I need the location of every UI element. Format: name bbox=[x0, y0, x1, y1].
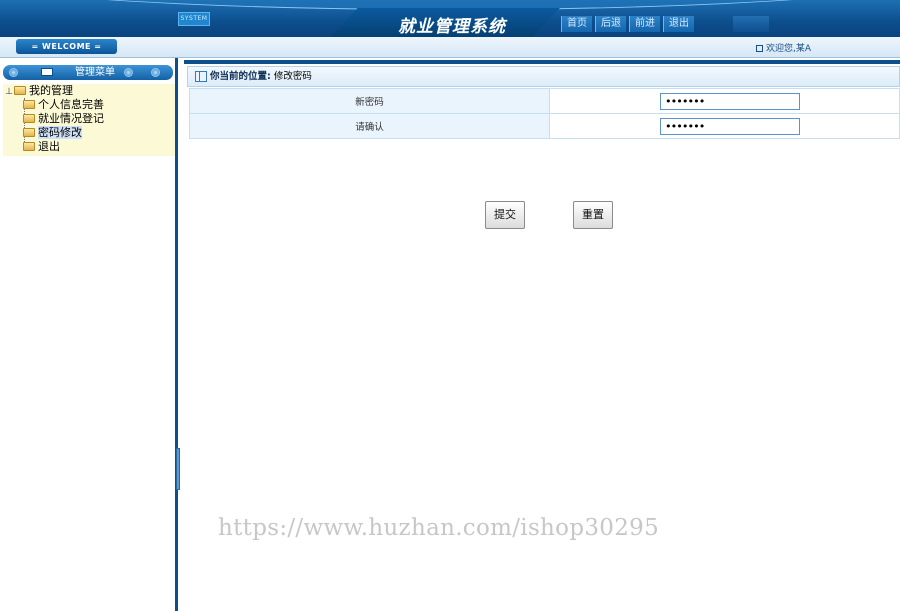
window-icon bbox=[756, 45, 763, 52]
folder-icon bbox=[23, 128, 35, 137]
system-tag: SYSTEM bbox=[178, 12, 210, 26]
folder-icon bbox=[23, 142, 35, 151]
confirm-password-input[interactable]: ••••••• bbox=[660, 117, 800, 135]
breadcrumb-page: 修改密码 bbox=[273, 71, 312, 82]
sidebar-item-label: 密码修改 bbox=[38, 126, 82, 139]
nav-forward[interactable]: 前进 bbox=[629, 16, 660, 32]
menu-tree: ⊥ 我的管理 个人信息完善 就业情况登记 密码修改 退出 bbox=[3, 84, 175, 156]
layout-icon bbox=[195, 71, 207, 82]
bullet-icon bbox=[9, 68, 18, 77]
confirm-password-label: 请确认 bbox=[189, 113, 550, 139]
mail-icon bbox=[41, 68, 53, 76]
app-title: 就业管理系统 bbox=[398, 17, 506, 37]
reset-button[interactable]: 重置 bbox=[573, 201, 613, 229]
top-nav: 首页 后退 前进 退出 bbox=[561, 16, 697, 32]
watermark-text: https://www.huzhan.com/ishop30295 bbox=[218, 515, 660, 541]
folder-icon bbox=[23, 100, 35, 109]
sidebar-item-label: 就业情况登记 bbox=[38, 112, 104, 125]
submit-button[interactable]: 提交 bbox=[485, 201, 525, 229]
welcome-tab: = WELCOME = bbox=[16, 39, 117, 54]
sidebar-item-label: 退出 bbox=[38, 140, 60, 153]
sidebar: 管理菜单 ⊥ 我的管理 个人信息完善 就业情况登记 密码修改 退出 bbox=[0, 58, 178, 611]
sidebar-item-employment[interactable]: 就业情况登记 bbox=[5, 112, 175, 126]
breadcrumb-prefix: 你当前的位置 bbox=[210, 71, 268, 82]
bullet-icon bbox=[151, 68, 160, 77]
welcome-bar: = WELCOME = 欢迎您,某A bbox=[0, 37, 900, 58]
tree-root-label: 我的管理 bbox=[29, 84, 73, 97]
nav-home[interactable]: 首页 bbox=[561, 16, 592, 32]
greeting: 欢迎您,某A bbox=[756, 41, 811, 54]
folder-icon bbox=[14, 86, 26, 95]
breadcrumb: 你当前的位置: 修改密码 bbox=[187, 66, 900, 87]
top-banner: SYSTEM 就业管理系统 首页 后退 前进 退出 bbox=[0, 0, 900, 37]
nav-back[interactable]: 后退 bbox=[595, 16, 626, 32]
expand-icon[interactable]: ⊥ bbox=[5, 85, 13, 99]
main-top-border bbox=[184, 60, 900, 64]
confirm-password-cell: ••••••• bbox=[549, 113, 900, 139]
form-row-new-password: 新密码 ••••••• bbox=[189, 88, 900, 114]
greeting-text: 欢迎您,某A bbox=[766, 44, 812, 54]
sidebar-item-logout[interactable]: 退出 bbox=[5, 140, 175, 154]
banner-deco bbox=[733, 16, 769, 32]
sidebar-item-label: 个人信息完善 bbox=[38, 98, 104, 111]
nav-exit[interactable]: 退出 bbox=[663, 16, 694, 32]
frame-splitter-handle[interactable] bbox=[176, 448, 180, 490]
menu-title: 管理菜单 bbox=[75, 67, 115, 78]
password-form: 新密码 ••••••• 请确认 ••••••• bbox=[189, 88, 900, 139]
bullet-icon bbox=[124, 68, 133, 77]
sidebar-item-profile[interactable]: 个人信息完善 bbox=[5, 98, 175, 112]
new-password-label: 新密码 bbox=[189, 88, 550, 114]
tree-root[interactable]: ⊥ 我的管理 bbox=[5, 84, 175, 98]
menu-header: 管理菜单 bbox=[3, 65, 173, 80]
new-password-cell: ••••••• bbox=[549, 88, 900, 114]
folder-icon bbox=[23, 114, 35, 123]
new-password-input[interactable]: ••••••• bbox=[660, 92, 800, 110]
form-row-confirm-password: 请确认 ••••••• bbox=[189, 113, 900, 139]
sidebar-item-password[interactable]: 密码修改 bbox=[5, 126, 175, 140]
breadcrumb-separator: : bbox=[267, 71, 271, 82]
